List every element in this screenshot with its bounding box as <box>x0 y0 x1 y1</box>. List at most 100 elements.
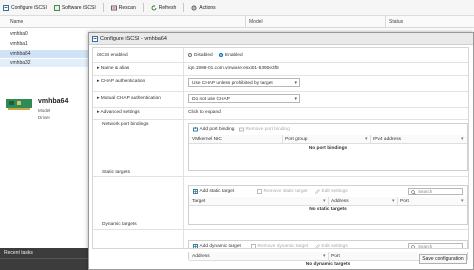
col-target[interactable]: Target <box>192 199 205 204</box>
col-status-header[interactable]: Status <box>389 19 403 25</box>
advanced-label: ▸ Advanced settings <box>97 110 140 115</box>
iscsi-enabled-options: Disabled Enabled <box>188 52 243 59</box>
chevron-down-icon[interactable]: ▾ <box>323 199 325 204</box>
toolbar-divider <box>102 3 104 12</box>
chevron-down-icon[interactable]: ▾ <box>392 199 394 204</box>
dialog-body: iSCSI enabled Disabled Enabled ▸ Name & … <box>92 47 469 249</box>
advanced-value[interactable]: Click to expand <box>188 110 221 115</box>
dynamic-targets-search[interactable]: Search <box>408 243 463 248</box>
port-bindings-panel: Add port binding Remove port binding VMk… <box>188 123 468 171</box>
actions-label: Actions <box>199 4 216 11</box>
divider <box>93 176 468 177</box>
col-vmkernel-nic[interactable]: VMkernel NIC <box>192 137 222 142</box>
name-alias-text: Name & alias <box>100 66 130 71</box>
adapter-name: vmhba1 <box>10 41 28 47</box>
gear-icon <box>191 5 197 10</box>
save-configuration-button[interactable]: Save configuration <box>419 254 467 264</box>
dynamic-targets-label: Dynamic targets <box>102 222 137 227</box>
configure-iscsi-label: Configure iSCSI <box>11 4 47 11</box>
add-static-target-button[interactable]: Add static target <box>193 189 234 194</box>
refresh-icon <box>151 4 157 10</box>
column-divider <box>397 197 398 205</box>
port-bindings-header: VMkernel NIC Port group ▾ IPv4 address ▾ <box>189 135 467 144</box>
name-value: iqn.1998-01.com.vmware:esxi01-5390e3f8 <box>188 66 279 71</box>
enabled-label: Enabled <box>225 53 243 59</box>
chap-select[interactable]: Use CHAP unless prohibited by target ▾ <box>188 78 300 87</box>
chap-select-value: Use CHAP unless prohibited by target <box>192 80 273 86</box>
edit-dynamic-settings-label: Edit settings <box>321 244 348 249</box>
static-targets-search[interactable]: Search <box>408 188 463 195</box>
edit-static-settings-label: Edit settings <box>321 189 348 194</box>
chevron-down-icon[interactable]: ▾ <box>461 199 463 204</box>
column-divider <box>282 135 283 143</box>
hba-card-icon <box>6 99 32 110</box>
remove-dynamic-target-label: Remove dynamic target <box>257 244 309 249</box>
col-name-header[interactable]: Name <box>10 19 23 25</box>
radio-on-icon <box>219 52 224 57</box>
chevron-down-icon[interactable]: ▾ <box>461 137 463 142</box>
divider <box>93 62 468 63</box>
port-bindings-label: Network port bindings <box>102 122 149 127</box>
remove-static-target-button[interactable]: Remove static target <box>257 189 308 194</box>
static-targets-label: Static targets <box>102 170 130 175</box>
add-target-icon <box>193 189 198 194</box>
remove-target-icon <box>257 189 262 194</box>
pencil-icon <box>315 244 320 248</box>
detail-title: vmhba64 <box>38 98 69 105</box>
mutual-chap-select[interactable]: Do not use CHAP ▾ <box>188 94 300 103</box>
col-port[interactable]: Port <box>400 199 409 204</box>
add-port-binding-button[interactable]: Add port binding <box>193 127 234 132</box>
actions-button[interactable]: Actions <box>191 4 216 11</box>
refresh-button[interactable]: Refresh <box>151 4 177 11</box>
chevron-down-icon[interactable]: ▾ <box>365 137 367 142</box>
iscsi-enabled-label: iSCSI enabled <box>97 53 128 58</box>
enabled-radio[interactable]: Enabled <box>219 52 243 59</box>
col-model-header[interactable]: Model <box>249 19 263 25</box>
detail-driver-label: Driver <box>38 115 50 120</box>
search-icon <box>411 245 415 248</box>
add-dynamic-target-button[interactable]: Add dynamic target <box>193 244 241 248</box>
adapter-grid-header: Name Model Status <box>0 16 474 28</box>
column-divider <box>328 197 329 205</box>
refresh-label: Refresh <box>158 4 177 11</box>
advanced-text: Advanced settings <box>100 110 140 115</box>
mutual-chap-label: ▸ Mutual CHAP authentication <box>97 96 161 101</box>
software-iscsi-label: Software iSCSI <box>61 4 96 11</box>
dynamic-targets-panel-ext <box>188 248 468 249</box>
column-divider <box>245 16 246 28</box>
name-alias-label: ▸ Name & alias <box>97 66 130 71</box>
chevron-down-icon[interactable]: ▾ <box>323 254 325 259</box>
search-icon <box>411 190 416 195</box>
disabled-label: Disabled <box>194 53 213 59</box>
col-port[interactable]: Port <box>331 254 340 259</box>
software-iscsi-icon <box>53 4 60 11</box>
divider <box>93 91 468 92</box>
chap-text: CHAP authentication <box>100 79 146 84</box>
software-iscsi-button[interactable]: Software iSCSI <box>53 4 96 11</box>
disabled-radio[interactable]: Disabled <box>188 52 213 59</box>
col-ipv4-address[interactable]: IPv4 address <box>373 137 401 142</box>
configure-icon <box>3 4 9 11</box>
rescan-button[interactable]: Rescan <box>110 4 136 11</box>
add-static-target-label: Add static target <box>199 189 235 194</box>
edit-static-settings-button[interactable]: Edit settings <box>315 189 348 194</box>
static-targets-header: Target ▾ Address ▾ Port ▾ <box>189 197 467 206</box>
configure-iscsi-dialog: Configure iSCSI - vmhba64 iSCSI enabled … <box>88 32 474 270</box>
toolbar: Configure iSCSI Software iSCSI Rescan Re… <box>0 0 474 16</box>
rescan-label: Rescan <box>118 4 136 11</box>
configure-iscsi-button[interactable]: Configure iSCSI <box>3 4 47 11</box>
add-port-binding-label: Add port binding <box>199 127 235 132</box>
recent-tasks-label[interactable]: Recent tasks <box>4 250 33 256</box>
remove-dynamic-target-button[interactable]: Remove dynamic target <box>251 244 309 249</box>
dialog-title: Configure iSCSI - vmhba64 <box>100 35 167 42</box>
toolbar-divider <box>183 3 185 12</box>
col-address[interactable]: Address <box>192 254 210 259</box>
mutual-chap-text: Mutual CHAP authentication <box>100 96 161 101</box>
remove-port-binding-button[interactable]: Remove port binding <box>239 127 290 132</box>
static-targets-panel: Add static target Remove static target E… <box>188 185 468 225</box>
edit-dynamic-settings-button[interactable]: Edit settings <box>315 244 348 249</box>
divider <box>183 48 184 248</box>
col-address[interactable]: Address <box>331 199 349 204</box>
col-port-group[interactable]: Port group <box>285 137 307 142</box>
divider <box>93 229 468 230</box>
